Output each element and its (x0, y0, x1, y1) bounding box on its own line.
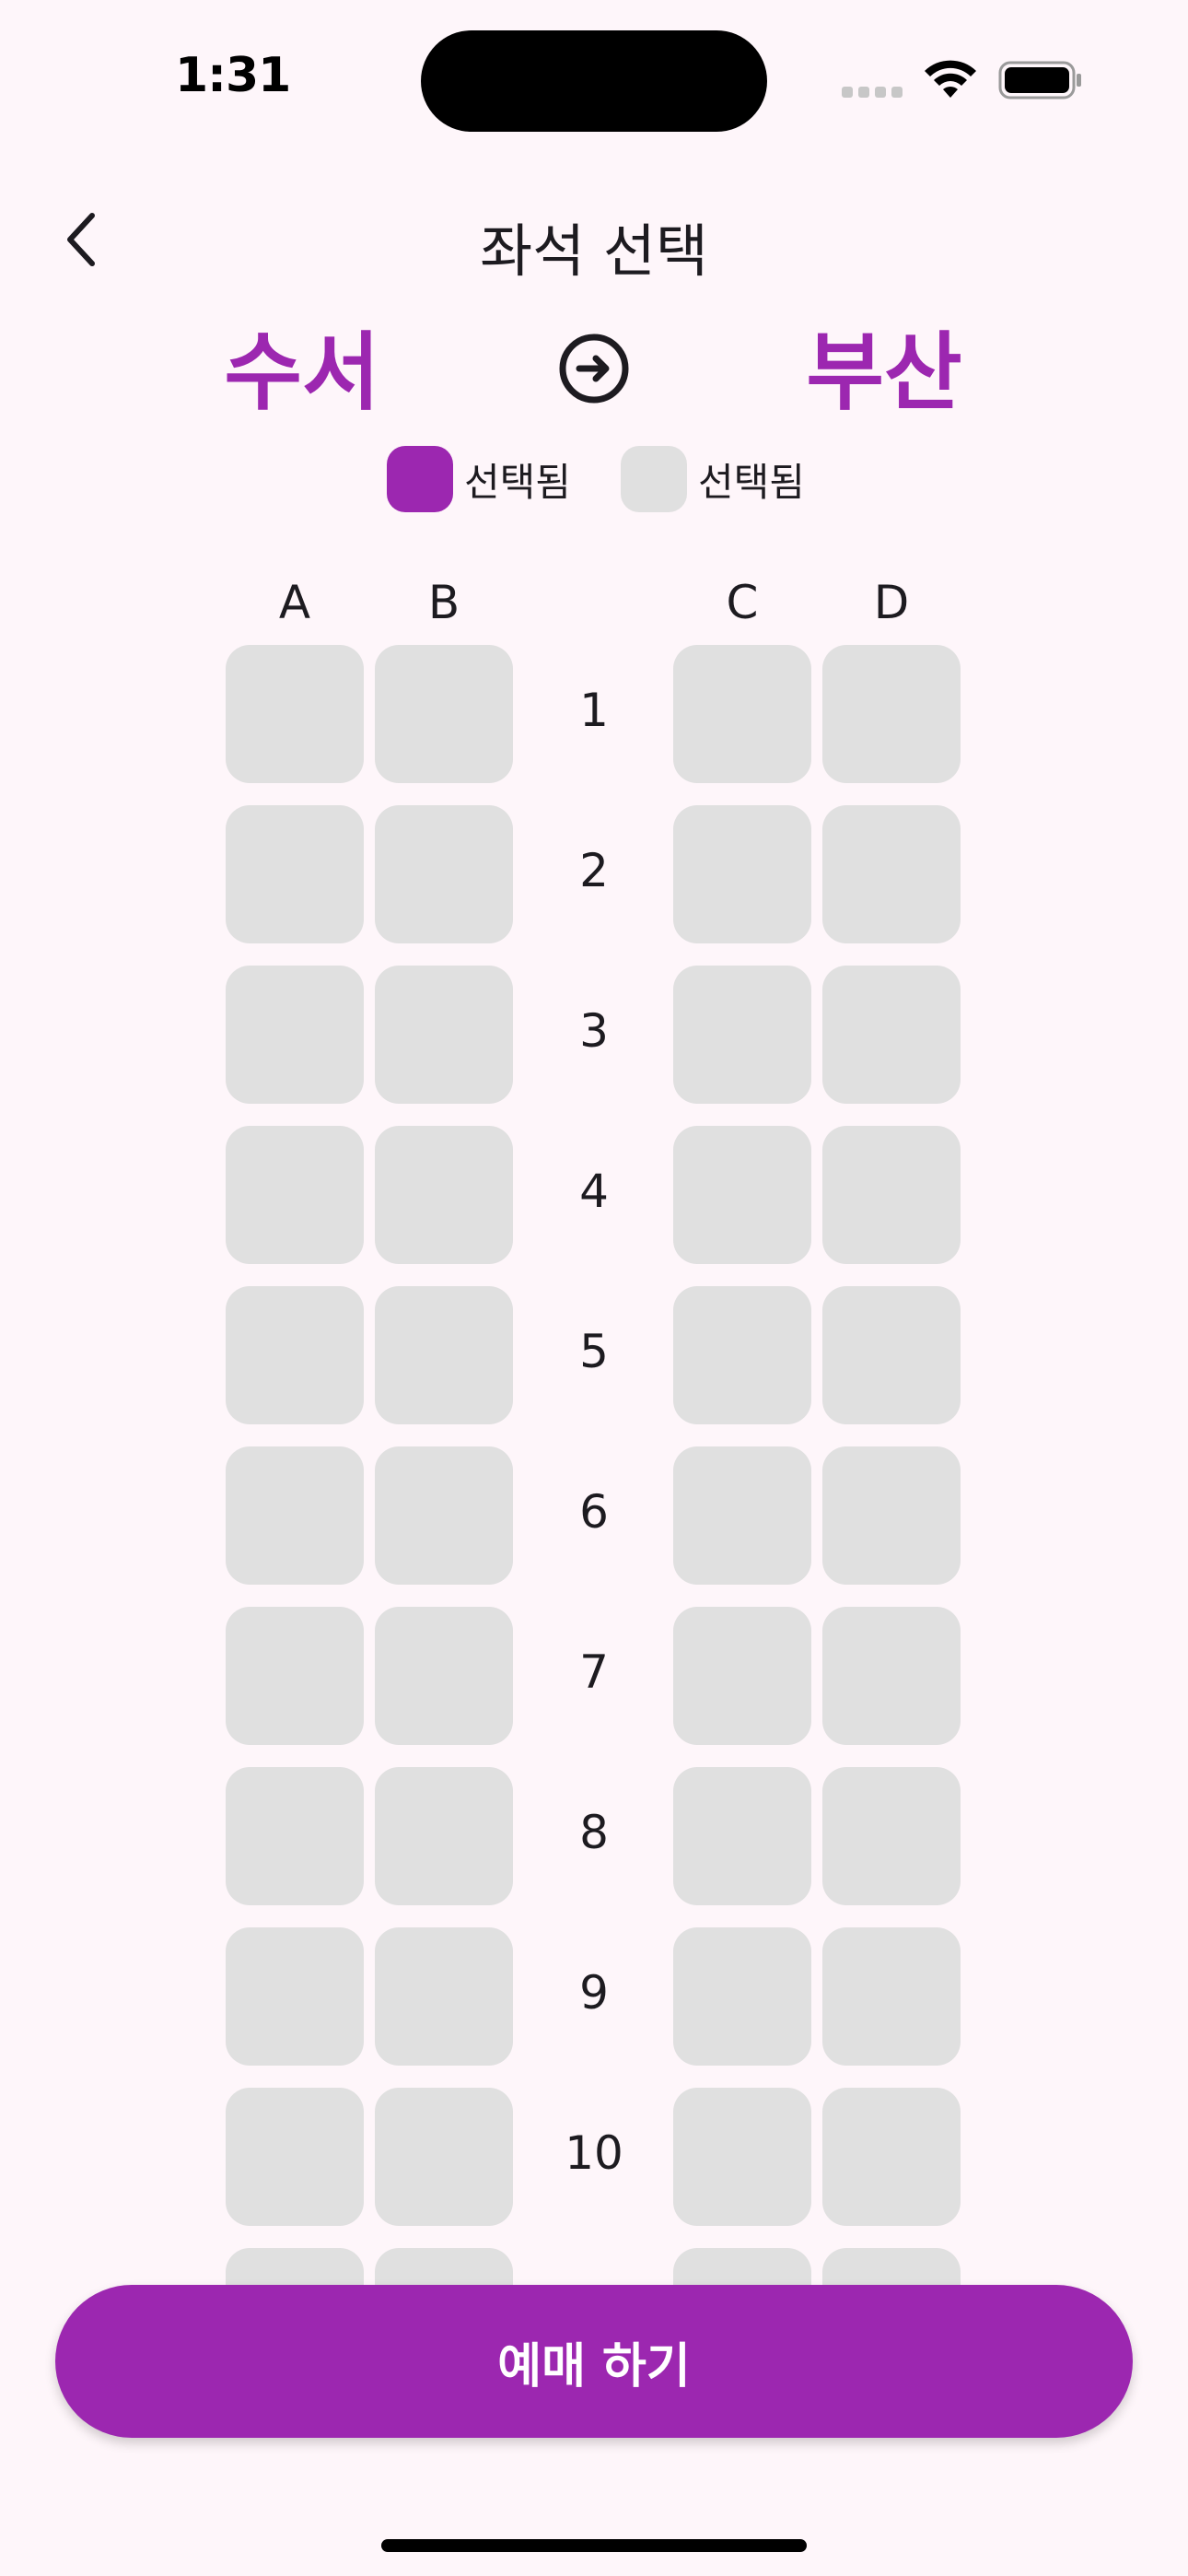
seat-row: 2 (0, 805, 1188, 945)
seat-grid: 1 2 3 4 5 6 7 8 9 10 11 (0, 645, 1188, 2285)
row-number: 1 (579, 684, 609, 737)
seat-6-a[interactable] (226, 1446, 364, 1585)
row-number: 8 (579, 1806, 609, 1859)
legend-label-selected: 선택됨 (464, 460, 571, 505)
seat-7-c[interactable] (673, 1607, 811, 1745)
column-header-d: D (873, 576, 910, 629)
seat-2-b[interactable] (375, 805, 513, 943)
seat-3-b[interactable] (375, 966, 513, 1104)
seat-row: 3 (0, 966, 1188, 1106)
row-number: 9 (579, 1966, 609, 2020)
seat-11-a[interactable] (226, 2248, 364, 2285)
seat-5-a[interactable] (226, 1286, 364, 1424)
seat-4-c[interactable] (673, 1126, 811, 1264)
seat-4-d[interactable] (822, 1126, 961, 1264)
book-button[interactable]: 예매 하기 (55, 2285, 1133, 2438)
seat-8-d[interactable] (822, 1767, 961, 1905)
seat-2-c[interactable] (673, 805, 811, 943)
seat-10-c[interactable] (673, 2088, 811, 2226)
dynamic-island (421, 30, 767, 132)
cellular-signal-icon (842, 87, 903, 98)
seat-row: 10 (0, 2088, 1188, 2228)
column-header-a: A (278, 576, 311, 629)
seat-9-d[interactable] (822, 1927, 961, 2066)
row-number: 6 (579, 1485, 609, 1539)
seat-10-b[interactable] (375, 2088, 513, 2226)
seat-legend: 선택됨 선택됨 (0, 442, 1188, 516)
row-number: 10 (565, 2126, 623, 2180)
legend-label-available: 선택됨 (698, 460, 805, 505)
seat-row: 1 (0, 645, 1188, 785)
seat-4-b[interactable] (375, 1126, 513, 1264)
seat-6-b[interactable] (375, 1446, 513, 1585)
row-number: 3 (579, 1004, 609, 1058)
seat-row: 7 (0, 1607, 1188, 1747)
column-header-b: B (427, 576, 460, 629)
seat-10-d[interactable] (822, 2088, 961, 2226)
seat-3-d[interactable] (822, 966, 961, 1104)
legend-swatch-available (621, 446, 687, 512)
seat-row: 11 (0, 2248, 1188, 2285)
seat-2-a[interactable] (226, 805, 364, 943)
seat-2-d[interactable] (822, 805, 961, 943)
status-time: 1:31 (175, 48, 291, 103)
seat-6-d[interactable] (822, 1446, 961, 1585)
seat-row: 5 (0, 1286, 1188, 1426)
route-header: 수서 부산 (0, 304, 1188, 433)
arrival-station: 부산 (806, 323, 962, 422)
seat-9-b[interactable] (375, 1927, 513, 2066)
arrow-circle-right-icon (559, 334, 629, 404)
app-bar: 좌석 선택 (0, 184, 1188, 295)
wifi-icon (925, 60, 976, 98)
row-number: 5 (579, 1325, 609, 1378)
seat-8-a[interactable] (226, 1767, 364, 1905)
seat-1-b[interactable] (375, 645, 513, 783)
seat-row: 6 (0, 1446, 1188, 1587)
seat-6-c[interactable] (673, 1446, 811, 1585)
seat-row: 9 (0, 1927, 1188, 2067)
row-number: 4 (579, 1165, 609, 1218)
seat-9-c[interactable] (673, 1927, 811, 2066)
seat-8-c[interactable] (673, 1767, 811, 1905)
seat-11-d[interactable] (822, 2248, 961, 2285)
row-number: 2 (579, 844, 609, 897)
seat-1-c[interactable] (673, 645, 811, 783)
seat-5-c[interactable] (673, 1286, 811, 1424)
seat-7-b[interactable] (375, 1607, 513, 1745)
seat-10-a[interactable] (226, 2088, 364, 2226)
seat-11-c[interactable] (673, 2248, 811, 2285)
seat-3-a[interactable] (226, 966, 364, 1104)
page-title: 좌석 선택 (480, 217, 708, 285)
seat-3-c[interactable] (673, 966, 811, 1104)
departure-station: 수서 (224, 323, 380, 422)
legend-swatch-selected (387, 446, 453, 512)
row-number: 7 (579, 1645, 609, 1699)
seat-4-a[interactable] (226, 1126, 364, 1264)
seat-row: 8 (0, 1767, 1188, 1907)
seat-5-b[interactable] (375, 1286, 513, 1424)
seat-5-d[interactable] (822, 1286, 961, 1424)
battery-icon (998, 61, 1081, 100)
home-indicator (381, 2539, 807, 2552)
status-bar: 1:31 (0, 0, 1188, 147)
seat-9-a[interactable] (226, 1927, 364, 2066)
seat-7-d[interactable] (822, 1607, 961, 1745)
seat-7-a[interactable] (226, 1607, 364, 1745)
seat-11-b[interactable] (375, 2248, 513, 2285)
seat-1-a[interactable] (226, 645, 364, 783)
seat-8-b[interactable] (375, 1767, 513, 1905)
column-header-c: C (726, 576, 759, 629)
seat-row: 4 (0, 1126, 1188, 1266)
seat-1-d[interactable] (822, 645, 961, 783)
